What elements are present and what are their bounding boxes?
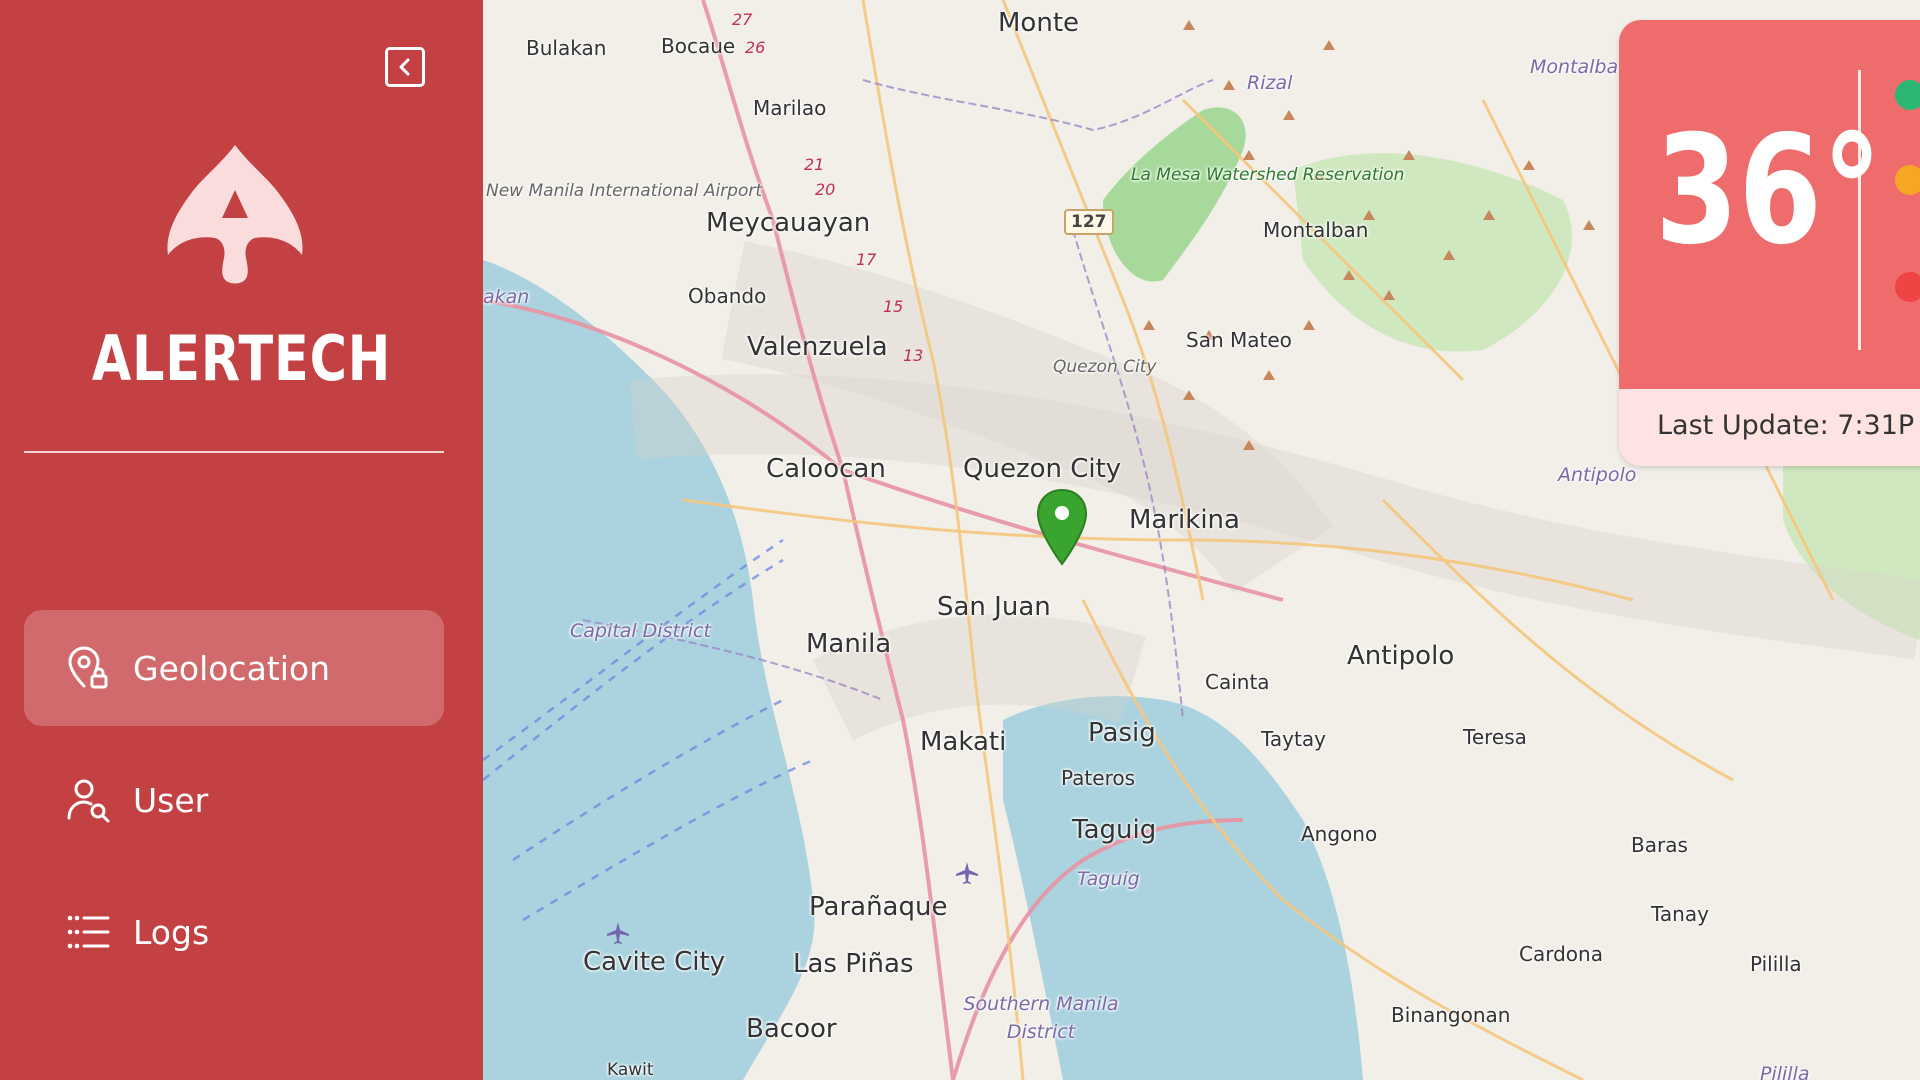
road-number: 21: [804, 155, 825, 174]
road-number: 13: [903, 346, 924, 365]
map-label: Quezon City: [1053, 357, 1157, 377]
map-label: Bulakan: [526, 36, 607, 60]
user-search-icon: [67, 779, 110, 823]
map-label: Manila: [806, 629, 892, 659]
alertech-logo: [160, 140, 310, 290]
airport-icon: [956, 862, 978, 884]
road-number: 27: [732, 10, 753, 29]
airport-icon: [607, 922, 629, 944]
map-label: Pateros: [1061, 766, 1136, 790]
map-label: Kawit: [607, 1060, 654, 1080]
map-label: Capital District: [570, 620, 711, 642]
map-label: Makati: [920, 727, 1007, 757]
brand-name: ALERTECH: [91, 322, 392, 395]
map-label: Teresa: [1463, 725, 1527, 749]
list-icon: [67, 915, 110, 949]
map-label: Pililla: [1760, 1063, 1810, 1080]
map-label: Marikina: [1129, 505, 1240, 535]
map-label: Bocaue: [661, 34, 736, 58]
map-label: Pasig: [1088, 718, 1156, 748]
map-label: Obando: [688, 284, 767, 308]
map-label: Binangonan: [1391, 1003, 1511, 1027]
map-label: Valenzuela: [747, 332, 888, 362]
map-label: Meycauayan: [706, 208, 871, 238]
map-label: Montalban: [1530, 56, 1631, 78]
map-label: Cavite City: [583, 947, 726, 977]
map-label: Taytay: [1261, 727, 1326, 751]
road-number: 17: [856, 250, 877, 269]
sidebar-divider: [24, 451, 444, 453]
location-marker-icon[interactable]: [1036, 488, 1088, 568]
sidebar-item-geolocation[interactable]: Geolocation: [24, 610, 444, 726]
app-root: ALERTECH Geolocation User Logs Monte Mey…: [0, 0, 1920, 1080]
status-indicator-red: [1895, 272, 1920, 302]
road-number: 26: [745, 38, 766, 57]
map-label: Quezon City: [963, 454, 1122, 484]
map-label: Parañaque: [809, 892, 948, 922]
status-indicator-green: [1895, 80, 1920, 110]
map-label: Antipolo: [1347, 641, 1455, 671]
map-label: Las Piñas: [793, 949, 914, 979]
map-label: Cainta: [1205, 670, 1270, 694]
map-label: San Mateo: [1186, 328, 1292, 352]
sidebar-item-label: Geolocation: [133, 648, 331, 688]
weather-card: 36° Last Update: 7:31P: [1619, 20, 1920, 466]
watershed-label: La Mesa Watershed Reservation: [1131, 164, 1404, 186]
map-label: San Juan: [937, 592, 1051, 622]
map-label: Bacoor: [746, 1014, 837, 1044]
airport-label: New Manila International Airport: [486, 180, 762, 202]
map-label: Monte: [998, 8, 1080, 38]
map-label: Angono: [1301, 822, 1378, 846]
temperature-value: 36°: [1655, 104, 1882, 278]
road-number: 20: [815, 180, 836, 199]
sidebar-item-label: Logs: [133, 912, 210, 952]
map-label: Tanay: [1651, 902, 1709, 926]
map-label: Pililla: [1750, 952, 1802, 976]
map-label: Caloocan: [766, 454, 886, 484]
highway-shield: 127: [1064, 209, 1114, 235]
last-update-text: Last Update: 7:31P: [1657, 410, 1915, 441]
road-number: 15: [883, 297, 904, 316]
map-label: Taguig: [1072, 815, 1157, 845]
map-label: Baras: [1631, 833, 1688, 857]
location-lock-icon: [68, 646, 108, 689]
map-label: Taguig: [1077, 868, 1140, 890]
map-label: Cardona: [1519, 942, 1603, 966]
map-label: Montalban: [1263, 218, 1369, 242]
status-indicator-orange: [1895, 165, 1920, 195]
collapse-sidebar-button[interactable]: [385, 47, 425, 87]
chevron-left-icon: [399, 58, 410, 76]
sidebar: ALERTECH Geolocation User Logs: [0, 0, 483, 1080]
map-label: Marilao: [753, 96, 827, 120]
map-label: Southern Manila District: [963, 993, 1119, 1043]
map-label: Rizal: [1247, 72, 1293, 94]
map-label: Antipolo: [1558, 464, 1637, 486]
weather-divider: [1858, 70, 1861, 350]
map-label: akan: [483, 286, 530, 308]
sidebar-item-label: User: [133, 780, 209, 820]
sidebar-item-user[interactable]: User: [24, 742, 444, 858]
sidebar-item-logs[interactable]: Logs: [24, 874, 444, 990]
